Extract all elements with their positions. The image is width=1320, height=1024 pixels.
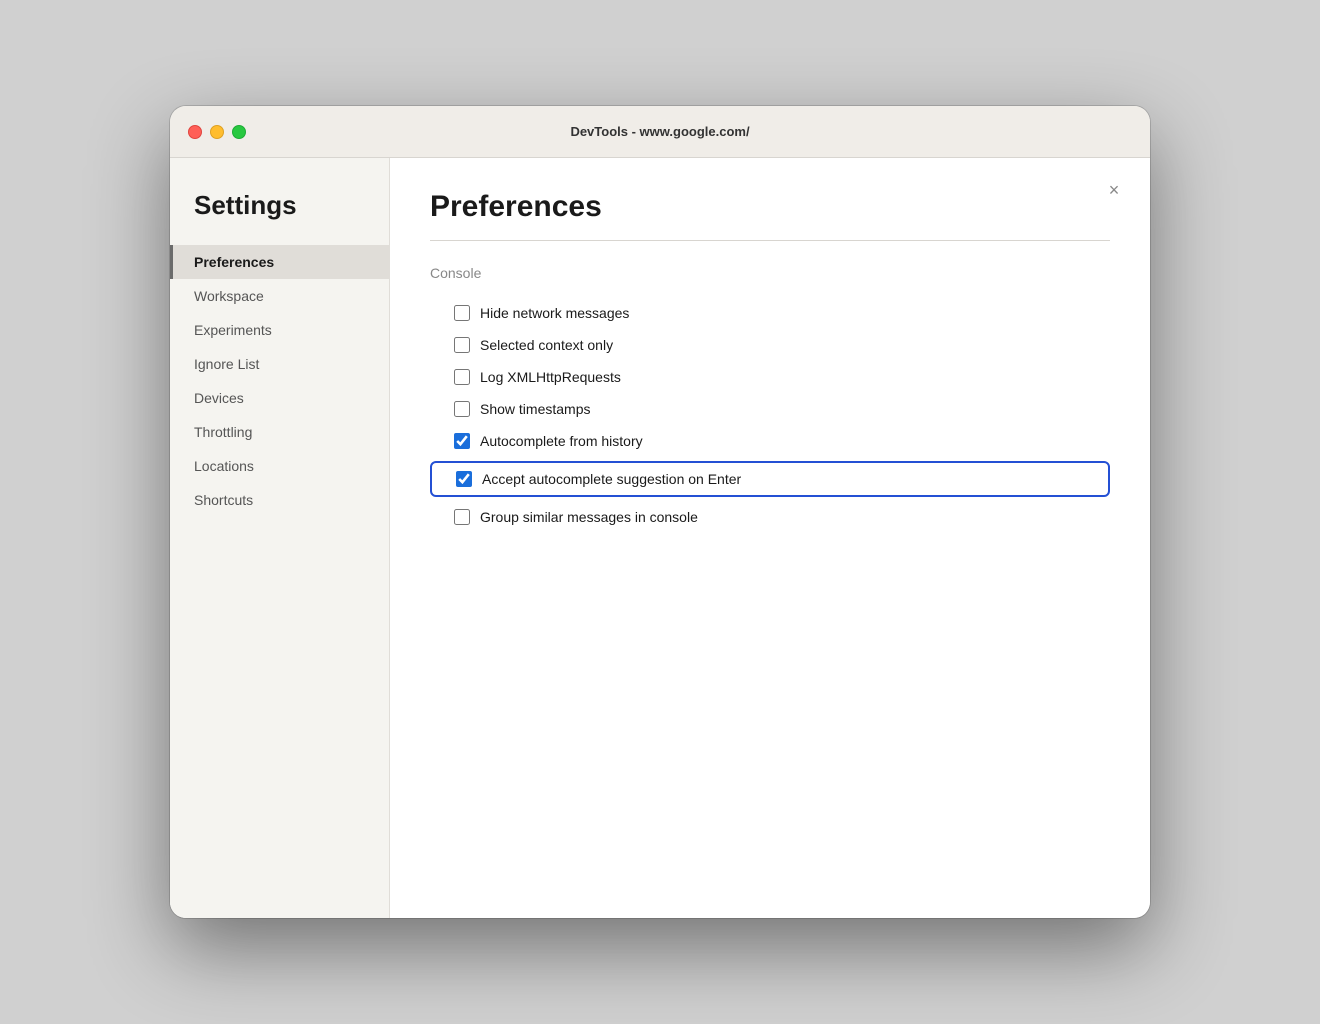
show-timestamps-checkbox[interactable]	[454, 401, 470, 417]
hide-network-checkbox[interactable]	[454, 305, 470, 321]
sidebar-heading: Settings	[170, 190, 389, 245]
page-title: Preferences	[430, 190, 1110, 224]
log-xmlhttp-checkbox[interactable]	[454, 369, 470, 385]
checkbox-selected-context: Selected context only	[430, 329, 1110, 361]
close-button[interactable]: ×	[1102, 178, 1126, 202]
group-similar-checkbox[interactable]	[454, 509, 470, 525]
autocomplete-history-checkbox[interactable]	[454, 433, 470, 449]
sidebar-item-ignore-list[interactable]: Ignore List	[170, 347, 389, 381]
autocomplete-enter-label[interactable]: Accept autocomplete suggestion on Enter	[482, 471, 741, 487]
sidebar-item-preferences[interactable]: Preferences	[170, 245, 389, 279]
window-content: Settings Preferences Workspace Experimen…	[170, 158, 1150, 918]
window-title: DevTools - www.google.com/	[570, 124, 749, 139]
sidebar-item-workspace[interactable]: Workspace	[170, 279, 389, 313]
minimize-traffic-light[interactable]	[210, 125, 224, 139]
log-xmlhttp-label[interactable]: Log XMLHttpRequests	[480, 369, 621, 385]
selected-context-label[interactable]: Selected context only	[480, 337, 613, 353]
checkbox-autocomplete-enter: Accept autocomplete suggestion on Enter	[430, 461, 1110, 497]
show-timestamps-label[interactable]: Show timestamps	[480, 401, 590, 417]
devtools-window: DevTools - www.google.com/ Settings Pref…	[170, 106, 1150, 918]
section-divider	[430, 240, 1110, 241]
checkbox-group-similar: Group similar messages in console	[430, 501, 1110, 533]
checkbox-autocomplete-history: Autocomplete from history	[430, 425, 1110, 457]
sidebar-item-locations[interactable]: Locations	[170, 449, 389, 483]
sidebar-item-experiments[interactable]: Experiments	[170, 313, 389, 347]
close-traffic-light[interactable]	[188, 125, 202, 139]
traffic-lights	[188, 125, 246, 139]
main-content: × Preferences Console Hide network messa…	[390, 158, 1150, 918]
group-similar-label[interactable]: Group similar messages in console	[480, 509, 698, 525]
sidebar-item-devices[interactable]: Devices	[170, 381, 389, 415]
autocomplete-enter-checkbox[interactable]	[456, 471, 472, 487]
sidebar-item-throttling[interactable]: Throttling	[170, 415, 389, 449]
sidebar: Settings Preferences Workspace Experimen…	[170, 158, 390, 918]
checkbox-hide-network: Hide network messages	[430, 297, 1110, 329]
maximize-traffic-light[interactable]	[232, 125, 246, 139]
titlebar: DevTools - www.google.com/	[170, 106, 1150, 158]
checkbox-log-xmlhttp: Log XMLHttpRequests	[430, 361, 1110, 393]
hide-network-label[interactable]: Hide network messages	[480, 305, 629, 321]
sidebar-item-shortcuts[interactable]: Shortcuts	[170, 483, 389, 517]
checkbox-show-timestamps: Show timestamps	[430, 393, 1110, 425]
console-section-title: Console	[430, 265, 1110, 281]
selected-context-checkbox[interactable]	[454, 337, 470, 353]
autocomplete-history-label[interactable]: Autocomplete from history	[480, 433, 643, 449]
